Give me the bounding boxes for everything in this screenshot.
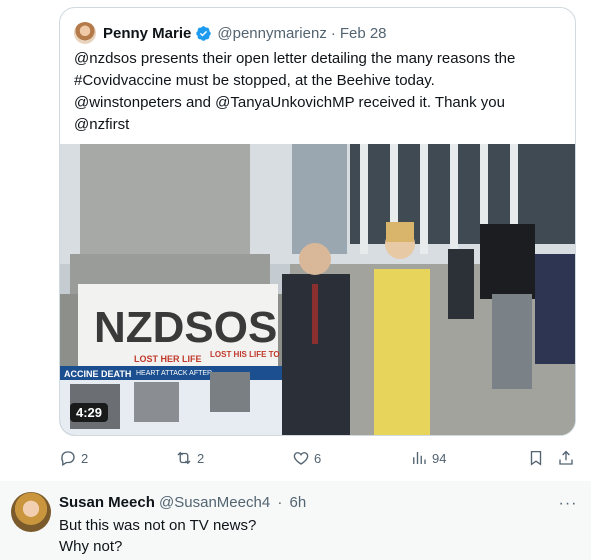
bookmark-button[interactable] [527,447,549,469]
share-button[interactable] [557,447,579,469]
tweet-text: @nzdsos presents their open letter detai… [74,48,564,136]
tweet-text-line: @winstonpeters and @TanyaUnkovichMP rece… [74,94,505,111]
separator-dot: · [330,24,336,42]
separator-dot: · [277,494,283,511]
reply-author-handle[interactable]: @SusanMeech4 [159,494,270,511]
author-handle[interactable]: @pennymarienz [217,25,326,42]
poster-text: HEART ATTACK AFTER [136,370,212,377]
reply-button[interactable]: 2 [59,447,88,469]
view-count: 94 [432,450,447,466]
reply-tweet[interactable]: Susan Meech @SusanMeech4 · 6h ··· But th… [0,481,591,560]
repost-count: 2 [197,450,205,466]
tweet-actions: 2 2 6 94 [59,447,579,469]
reply-time[interactable]: 6h [290,494,307,511]
author-avatar[interactable] [74,22,96,44]
repost-icon [177,451,191,465]
verified-badge-icon [196,25,212,41]
reply-text: But this was not on TV news? Why not? [59,515,256,557]
video-player[interactable]: NZDSOS ACCINE DEATH LOST HER LIFE LOST H… [60,144,575,435]
reply-header: Susan Meech @SusanMeech4 · 6h [59,494,306,511]
tweet-text-line: #Covidvaccine must be stopped, at the Be… [74,72,435,89]
like-button[interactable]: 6 [292,447,321,469]
reply-text-line: But this was not on TV news? [59,517,257,534]
quoted-tweet-header: Penny Marie @pennymarienz · Feb 28 [74,21,387,45]
reply-icon [61,451,75,466]
poster-text: LOST HIS LIFE TO [210,350,280,359]
views-chart-icon [413,452,426,464]
reply-author-name[interactable]: Susan Meech [59,494,155,511]
share-icon [559,450,573,465]
heart-icon [293,452,309,465]
reply-text-line: Why not? [59,538,123,555]
reply-author-avatar[interactable] [11,492,51,532]
bookmark-icon [530,450,542,466]
video-duration-badge: 4:29 [70,403,109,422]
poster-text: LOST HER LIFE [134,354,202,364]
views-button[interactable]: 94 [410,447,446,469]
poster-text: ACCINE DEATH [64,369,131,379]
quoted-tweet[interactable]: Penny Marie @pennymarienz · Feb 28 @nzds… [59,7,576,436]
tweet-text-line: @nzdsos presents their open letter detai… [74,50,516,67]
tweet-text-line: @nzfirst [74,116,130,133]
reply-count: 2 [81,450,89,466]
more-options-icon[interactable]: ··· [558,494,578,514]
like-count: 6 [314,450,322,466]
repost-button[interactable]: 2 [175,447,204,469]
tweet-date[interactable]: Feb 28 [340,25,387,42]
author-name[interactable]: Penny Marie [103,25,191,42]
banner-text: NZDSOS [94,303,277,352]
video-frame: NZDSOS ACCINE DEATH LOST HER LIFE LOST H… [60,144,575,435]
